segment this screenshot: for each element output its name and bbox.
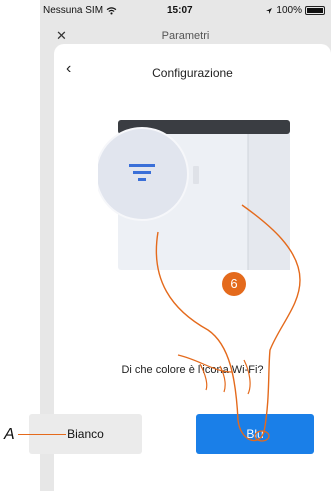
annotation-label-a: A (4, 426, 15, 443)
annotation-leader-line (18, 434, 66, 435)
clock: 15:07 (167, 5, 193, 16)
battery-percent: 100% (276, 5, 302, 16)
status-bar: Nessuna SIM 15:07 100% (40, 0, 331, 22)
location-arrow-icon (266, 7, 273, 14)
question-text: Di che colore è l'icona Wi-Fi? (121, 364, 264, 376)
battery-icon (305, 6, 325, 15)
status-right: 100% (265, 5, 325, 16)
blue-option-button[interactable]: Blu (196, 414, 314, 454)
background-title: Parametri (161, 30, 210, 42)
status-left: Nessuna SIM (43, 5, 117, 16)
page-title: Configurazione (152, 66, 233, 80)
step-badge: 6 (222, 272, 246, 296)
wifi-signal-icon (106, 6, 117, 15)
device-illustration (98, 120, 290, 270)
carrier-label: Nessuna SIM (43, 5, 104, 16)
